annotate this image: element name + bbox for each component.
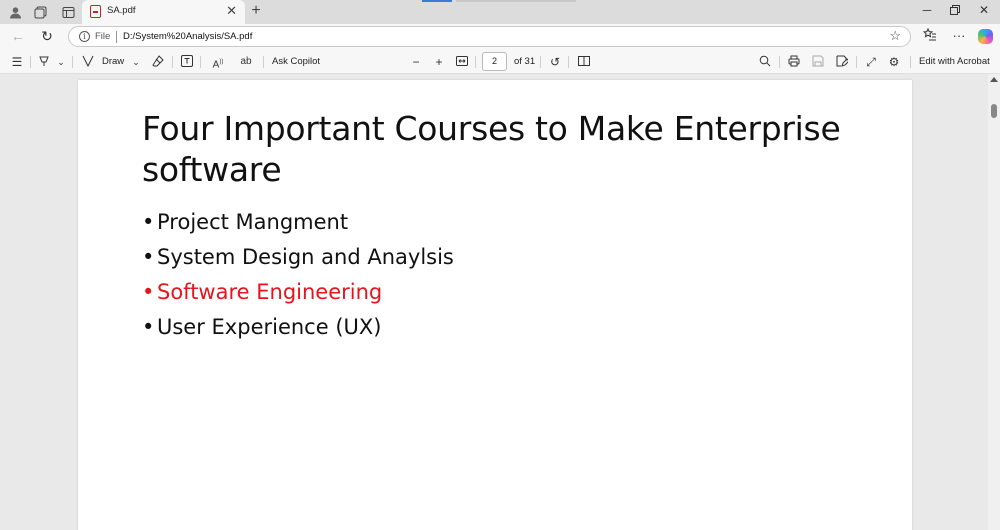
text-box-icon[interactable]	[180, 55, 194, 69]
page-number-input[interactable]: 2	[482, 52, 507, 71]
draw-icon[interactable]	[81, 55, 95, 69]
bullet-text: Project Mangment	[157, 210, 349, 234]
url-scheme: File	[95, 31, 111, 42]
highlight-icon[interactable]	[37, 55, 51, 69]
read-aloud-icon[interactable]: A))	[210, 55, 226, 70]
scroll-up-arrow-icon[interactable]	[990, 77, 998, 82]
toolbar-divider	[910, 56, 911, 68]
toolbar-divider	[172, 56, 173, 68]
pdf-page: Four Important Courses to Make Enterpris…	[78, 80, 912, 530]
zoom-out-icon[interactable]: −	[409, 55, 423, 69]
ask-copilot-button[interactable]: Ask Copilot	[272, 56, 320, 67]
collections-icon[interactable]	[32, 4, 48, 20]
draw-label[interactable]: Draw	[102, 56, 124, 67]
erase-icon[interactable]	[151, 55, 165, 69]
url-divider	[116, 31, 117, 43]
back-icon[interactable]: ←	[10, 28, 26, 44]
copilot-icon[interactable]	[978, 29, 993, 44]
search-icon[interactable]	[758, 55, 772, 69]
bullet-dot: •	[142, 210, 155, 234]
page-count: of 31	[514, 56, 536, 67]
contents-icon[interactable]: ☰	[10, 55, 24, 69]
edit-with-acrobat-button[interactable]: Edit with Acrobat	[919, 56, 990, 67]
highlight-options-chevron-icon[interactable]: ⌄	[56, 55, 66, 69]
tab-strip: SA.pdf ✕ + ─ ✕	[0, 0, 1000, 24]
page-view-icon[interactable]	[577, 55, 591, 69]
minimize-icon[interactable]: ─	[919, 3, 935, 17]
toolbar-divider	[30, 56, 31, 68]
bullet-text: User Experience (UX)	[157, 315, 382, 339]
toolbar-divider	[856, 56, 857, 68]
tab-actions-icon[interactable]	[60, 4, 76, 20]
bullet-dot: •	[142, 315, 155, 339]
info-icon[interactable]: i	[79, 31, 90, 42]
fullscreen-icon[interactable]: ⤢	[864, 55, 878, 69]
close-icon[interactable]: ✕	[976, 3, 992, 17]
address-bar[interactable]: i File D:/System%20Analysis/SA.pdf ☆	[68, 26, 911, 47]
new-tab-button[interactable]: +	[249, 2, 263, 20]
vertical-scrollbar[interactable]	[988, 74, 1000, 530]
print-icon[interactable]	[787, 55, 801, 69]
bullet-text: Software Engineering	[157, 280, 383, 304]
toolbar-divider	[72, 56, 73, 68]
toolbar-divider	[475, 56, 476, 68]
bullet-item: • User Experience (UX)	[142, 310, 454, 345]
pdf-viewport[interactable]: Four Important Courses to Make Enterpris…	[0, 74, 988, 530]
more-icon[interactable]: ···	[951, 28, 967, 43]
toolbar-divider	[779, 56, 780, 68]
slide-title: Four Important Courses to Make Enterpris…	[142, 109, 841, 189]
toolbar-divider	[263, 56, 264, 68]
translate-icon[interactable]: ab	[238, 55, 254, 69]
pdf-toolbar: ☰ ⌄ Draw ⌄ A)) ab Ask Copilot − + 2 of 3…	[0, 50, 1000, 74]
bullet-item-highlighted: • Software Engineering	[142, 275, 454, 310]
settings-icon[interactable]: ⚙	[887, 55, 901, 69]
bullet-dot: •	[142, 280, 155, 304]
address-bar-row: ← ↻ i File D:/System%20Analysis/SA.pdf ☆…	[0, 24, 1000, 50]
toolbar-divider	[568, 56, 569, 68]
bullet-item: • System Design and Anaylsis	[142, 240, 454, 275]
toolbar-divider	[200, 56, 201, 68]
rotate-icon[interactable]: ↺	[548, 55, 562, 69]
tab-strip-indicator	[422, 0, 452, 2]
favorite-star-icon[interactable]: ☆	[889, 28, 901, 44]
save-as-icon[interactable]	[835, 55, 850, 69]
bullet-dot: •	[142, 245, 155, 269]
bullet-item: • Project Mangment	[142, 205, 454, 240]
restore-icon[interactable]	[947, 3, 963, 18]
fit-page-icon[interactable]	[455, 55, 469, 69]
draw-options-chevron-icon[interactable]: ⌄	[131, 55, 141, 69]
scrollbar-thumb[interactable]	[991, 104, 997, 118]
refresh-icon[interactable]: ↻	[39, 28, 55, 45]
zoom-in-icon[interactable]: +	[432, 55, 446, 69]
tab-title: SA.pdf	[107, 5, 136, 16]
tab-sa-pdf[interactable]: SA.pdf ✕	[82, 0, 245, 24]
url-text[interactable]: D:/System%20Analysis/SA.pdf	[123, 31, 252, 42]
bullet-text: System Design and Anaylsis	[157, 245, 454, 269]
pdf-file-icon	[90, 5, 101, 18]
save-icon[interactable]	[811, 55, 825, 69]
toolbar-divider	[540, 56, 541, 68]
tab-strip-indicator-track	[456, 0, 576, 2]
bullet-list: • Project Mangment • System Design and Ana…	[142, 205, 454, 345]
tab-close-button[interactable]: ✕	[226, 3, 237, 19]
profile-icon[interactable]	[7, 4, 23, 20]
favorites-icon[interactable]	[922, 27, 938, 44]
